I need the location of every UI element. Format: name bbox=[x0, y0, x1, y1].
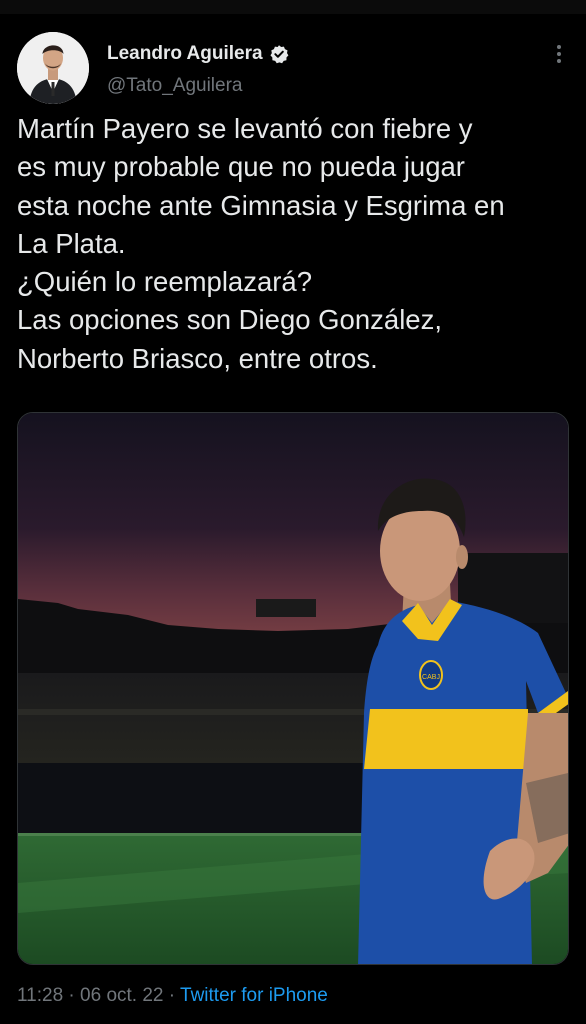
meta-separator: · bbox=[63, 985, 81, 1006]
author-name-row[interactable]: Leandro Aguilera bbox=[107, 42, 289, 66]
tweet-text-line: ¿Quién lo reemplazará? bbox=[17, 266, 313, 298]
author-handle[interactable]: @Tato_Aguilera bbox=[107, 74, 242, 98]
tweet-text-line: esta noche ante Gimnasia y Esgrima en bbox=[17, 189, 505, 221]
tweet-source-link[interactable]: Twitter for iPhone bbox=[180, 985, 328, 1006]
verified-badge-icon bbox=[269, 44, 289, 64]
author-avatar[interactable] bbox=[17, 32, 89, 104]
tweet-media-photo[interactable]: CABJ bbox=[17, 412, 569, 965]
avatar-photo bbox=[17, 32, 89, 104]
tweet-text-line: Norberto Briasco, entre otros. bbox=[17, 342, 378, 374]
tweet-text: Martín Payero se levantó con fiebre y es… bbox=[17, 110, 573, 378]
meta-separator: · bbox=[163, 985, 181, 1006]
tweet-text-line: es muy probable que no pueda jugar bbox=[17, 151, 465, 183]
jersey-badge-text: CABJ bbox=[422, 674, 440, 681]
more-options-icon[interactable] bbox=[552, 42, 566, 66]
author-display-name[interactable]: Leandro Aguilera bbox=[107, 42, 263, 66]
tweet-time[interactable]: 11:28 bbox=[17, 985, 63, 1006]
tweet-text-line: Martín Payero se levantó con fiebre y bbox=[17, 113, 473, 144]
tweet-meta: 11:28 · 06 oct. 22 · Twitter for iPhone bbox=[17, 984, 328, 1008]
stadium-player-photo: CABJ bbox=[18, 413, 568, 964]
tweet-text-line: Las opciones son Diego González, bbox=[17, 304, 442, 336]
tweet-date[interactable]: 06 oct. 22 bbox=[80, 985, 163, 1006]
status-bar-strip bbox=[0, 0, 586, 14]
tweet-text-line: La Plata. bbox=[17, 227, 126, 259]
